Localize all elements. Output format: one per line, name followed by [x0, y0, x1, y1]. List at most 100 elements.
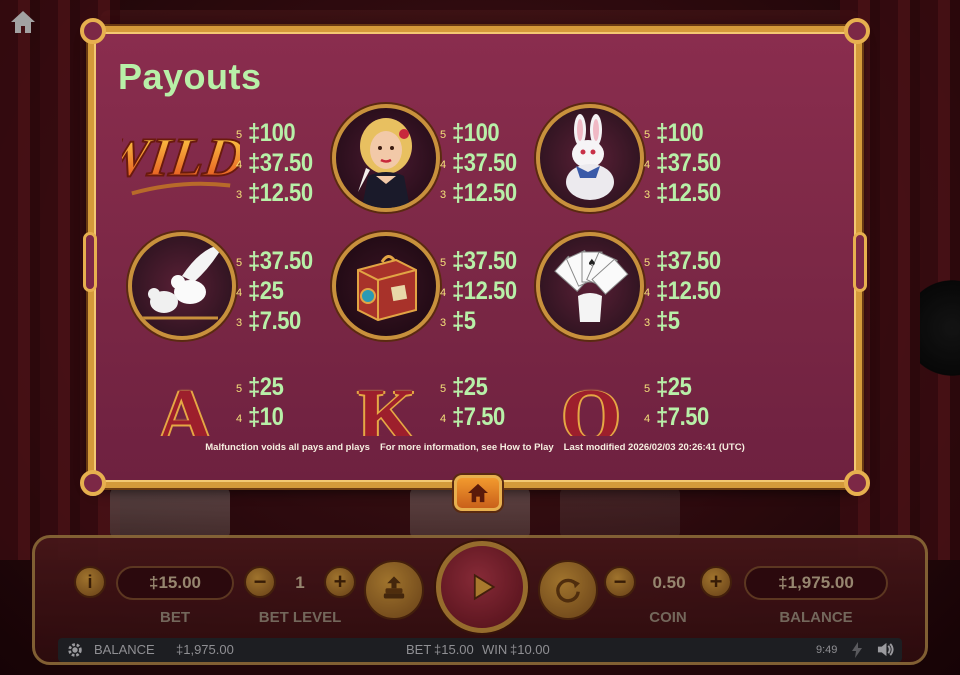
last-modified: Last modified 2026/02/03 20:26:41 (UTC): [563, 442, 745, 453]
pay-count: 3: [440, 189, 447, 201]
pay-value: ‡37.50: [452, 149, 517, 177]
pay-count: 4: [440, 413, 447, 425]
assistant-symbol: [332, 104, 440, 212]
pay-value: ‡7.50: [656, 403, 709, 431]
letter-q-symbol: Q: [561, 374, 621, 436]
pays-wild: 5 ‡100 4 ‡37.50 3 ‡12.50: [236, 118, 321, 208]
pay-count: 5: [644, 129, 651, 141]
pay-value: ‡37.50: [452, 247, 517, 275]
pay-count: 4: [236, 159, 243, 171]
info-button[interactable]: i: [74, 566, 106, 598]
autoplay-icon: [383, 576, 405, 599]
paytable-title: Payouts: [118, 56, 262, 97]
bet-label: BET: [160, 609, 190, 626]
coin-value: 0.50: [652, 573, 686, 592]
paytable-panel: Payouts WILD 5 ‡100 4 ‡37.50 3 ‡12.50 5 …: [80, 18, 870, 496]
pay-count: 3: [236, 317, 243, 329]
pay-count: 4: [644, 159, 651, 171]
settings-icon[interactable]: [66, 641, 84, 662]
pay-value: ‡100: [452, 119, 500, 147]
home-icon: [468, 483, 488, 503]
bet-level-decrease-button[interactable]: −: [244, 566, 276, 598]
frame-ornament: [80, 470, 106, 496]
pay-value: ‡37.50: [248, 247, 313, 275]
frame-ornament: [844, 18, 870, 44]
coin-increase-button[interactable]: +: [700, 566, 732, 598]
plus-icon: +: [333, 569, 347, 594]
pays-doves: 5 ‡37.50 4 ‡25 3 ‡7.50: [236, 246, 321, 336]
magic-box-symbol: [332, 232, 440, 340]
pay-value: ‡5: [656, 307, 680, 335]
malfunction-notice: Malfunction voids all pays and plays: [205, 442, 370, 453]
pay-value: ‡25: [248, 277, 284, 305]
pay-value: ‡10: [248, 403, 284, 431]
pay-value: ‡12.50: [452, 179, 517, 207]
pay-value: ‡12.50: [656, 277, 721, 305]
pay-value: ‡100: [248, 119, 296, 147]
turbo-icon: [556, 578, 580, 603]
clock: 9:49: [816, 644, 838, 656]
frame-ornament: [853, 232, 867, 292]
letter-k-symbol: K: [357, 374, 417, 436]
pays-assistant: 5 ‡100 4 ‡37.50 3 ‡12.50: [440, 118, 525, 208]
pay-value: ‡25: [452, 373, 488, 401]
pays-q: 5 ‡25 4 ‡7.50: [644, 372, 716, 432]
bet-display: ‡15.00: [116, 566, 234, 600]
minus-icon: −: [613, 569, 627, 594]
coin-label: COIN: [649, 609, 687, 626]
status-bet-label: BET: [406, 642, 432, 657]
pay-count: 3: [644, 189, 651, 201]
paytable-footer: Malfunction voids all pays and plays For…: [94, 442, 856, 453]
balance-display: ‡1,975.00: [744, 566, 888, 600]
bet-level-label: BET LEVEL: [258, 609, 342, 626]
letter-a-symbol: A: [157, 374, 213, 436]
lightning-icon: [852, 642, 862, 661]
frame-ornament: [844, 470, 870, 496]
info-icon: i: [87, 571, 93, 592]
cards-symbol: ♠: [536, 232, 644, 340]
pay-count: 5: [440, 383, 447, 395]
pay-value: ‡25: [248, 373, 284, 401]
pay-count: 5: [440, 129, 447, 141]
sound-icon[interactable]: [876, 641, 895, 661]
bet-level-increase-button[interactable]: +: [324, 566, 356, 598]
autoplay-button[interactable]: [364, 560, 424, 620]
reel-symbol-bg: [110, 488, 230, 538]
status-bar: BALANCE ‡1,975.00 BET ‡15.00 WIN ‡10.00 …: [58, 638, 902, 662]
status-win-label: WIN: [482, 642, 508, 657]
pay-value: ‡37.50: [656, 149, 721, 177]
pay-count: 5: [236, 383, 243, 395]
bet-level-value: 1: [295, 573, 305, 592]
status-win-value: ‡10.00: [510, 642, 550, 657]
how-to-play-link[interactable]: For more information, see How to Play: [380, 442, 554, 453]
pays-k: 5 ‡25 4 ‡7.50: [440, 372, 512, 432]
plus-icon: +: [709, 569, 723, 594]
pay-value: ‡7.50: [452, 403, 505, 431]
pay-count: 4: [644, 287, 651, 299]
pay-count: 5: [236, 129, 243, 141]
turbo-button[interactable]: [538, 560, 598, 620]
pay-count: 3: [644, 317, 651, 329]
status-bet-value: ‡15.00: [434, 642, 474, 657]
status-balance-label: BALANCE: [94, 642, 155, 657]
spin-icon: [473, 573, 496, 601]
minus-icon: −: [253, 569, 267, 594]
pay-count: 4: [440, 159, 447, 171]
pay-count: 5: [440, 257, 447, 269]
wild-label: WILD: [122, 127, 240, 188]
pay-count: 5: [644, 257, 651, 269]
pay-value: ‡12.50: [656, 179, 721, 207]
frame-ornament: [83, 232, 97, 292]
close-paytable-button[interactable]: [454, 475, 502, 511]
pay-value: ‡12.50: [452, 277, 517, 305]
pay-count: 5: [236, 257, 243, 269]
pay-value: ‡12.50: [248, 179, 313, 207]
coin-decrease-button[interactable]: −: [604, 566, 636, 598]
pay-value: ‡100: [656, 119, 704, 147]
doves-symbol: [128, 232, 236, 340]
pay-count: 3: [236, 189, 243, 201]
spin-button[interactable]: [436, 541, 528, 633]
home-icon[interactable]: [10, 10, 36, 34]
pay-value: ‡37.50: [656, 247, 721, 275]
magician-figure: [920, 280, 960, 400]
